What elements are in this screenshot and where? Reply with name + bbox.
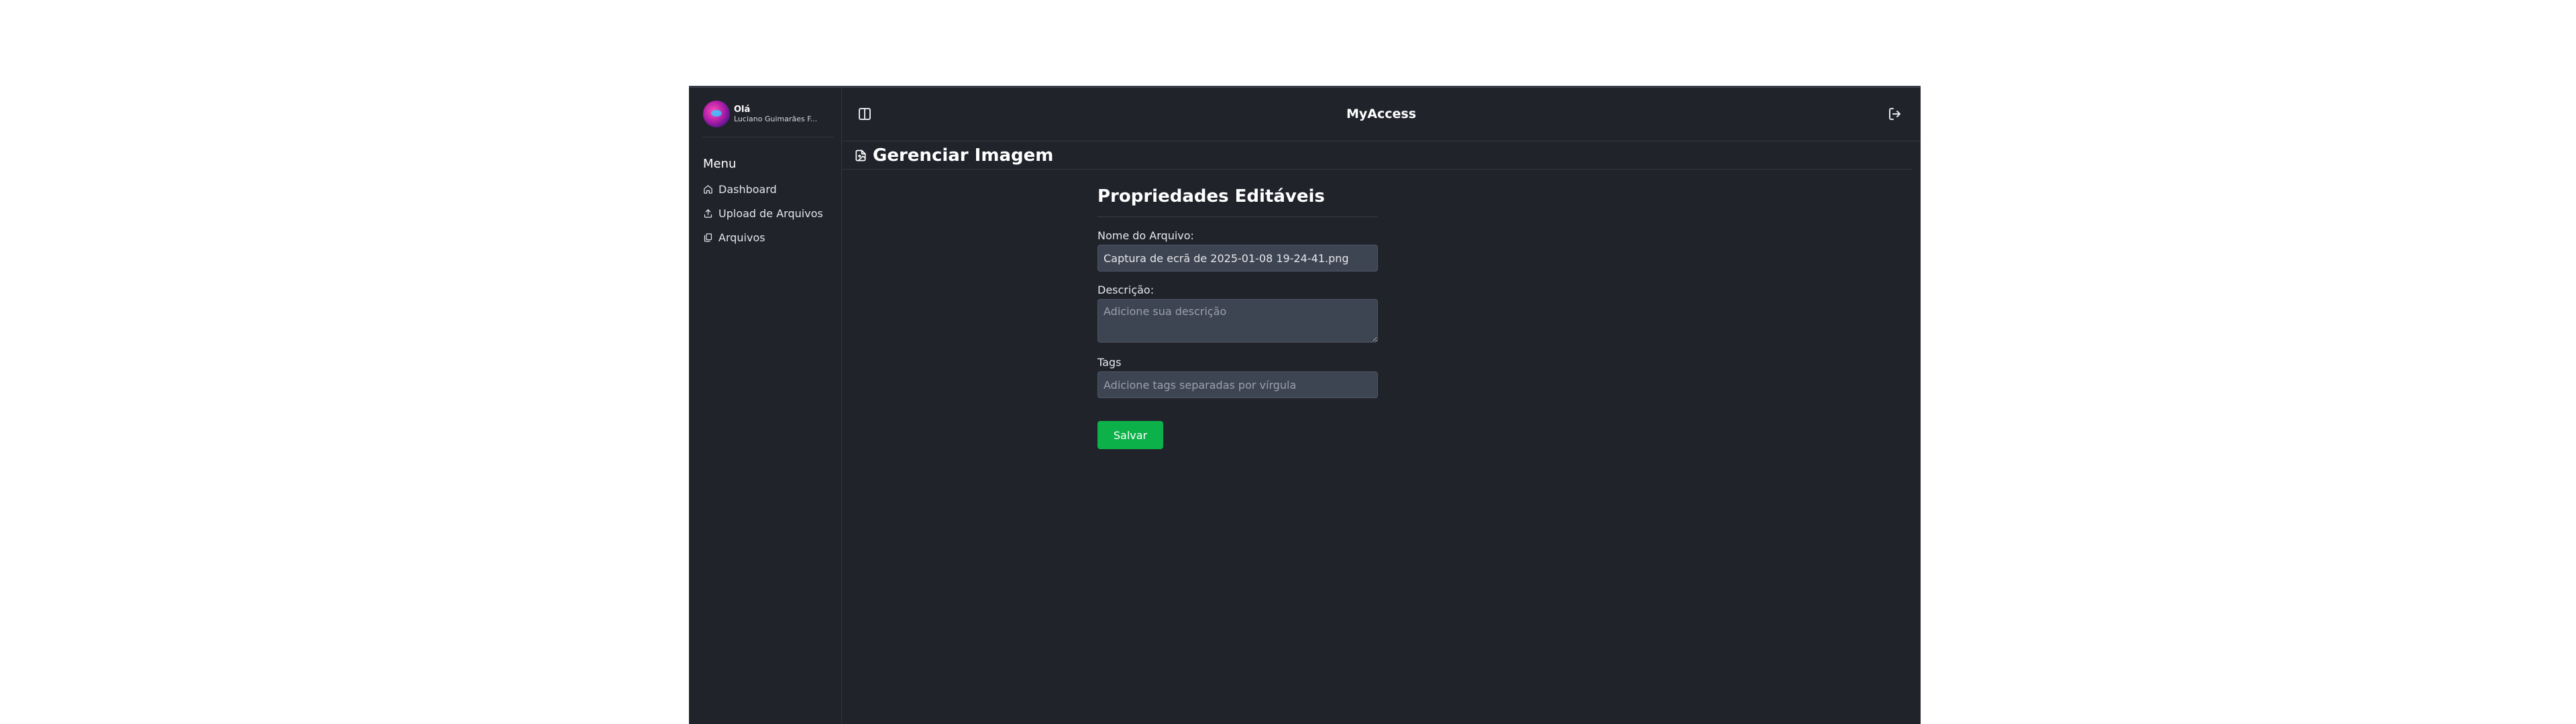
image-file-icon xyxy=(855,149,866,161)
user-profile[interactable]: Olá Luciano Guimarães F... xyxy=(703,98,837,130)
app-title: MyAccess xyxy=(1346,107,1417,121)
file-name-label: Nome do Arquivo: xyxy=(1097,229,1194,242)
sidebar-item-dashboard[interactable]: Dashboard xyxy=(703,177,837,201)
file-name-input[interactable] xyxy=(1097,245,1378,272)
page-title-bar: Gerenciar Imagem xyxy=(842,141,1913,170)
menu-title: Menu xyxy=(703,157,737,171)
description-label: Descrição: xyxy=(1097,284,1155,296)
user-name: Luciano Guimarães F... xyxy=(734,115,818,124)
sidebar: Olá Luciano Guimarães F... Menu Dashboar… xyxy=(689,88,842,724)
files-icon xyxy=(704,233,712,242)
sidebar-menu: Dashboard Upload de Arquivos Arquivos xyxy=(703,177,837,249)
sidebar-item-files[interactable]: Arquivos xyxy=(703,225,837,249)
home-icon xyxy=(704,184,712,194)
logout-icon xyxy=(1889,108,1900,120)
form-title: Propriedades Editáveis xyxy=(1097,186,1325,206)
logout-button[interactable] xyxy=(1887,106,1903,122)
avatar[interactable] xyxy=(703,101,730,127)
tags-input[interactable] xyxy=(1097,371,1378,398)
sidebar-item-label: Dashboard xyxy=(718,182,777,196)
upload-icon xyxy=(704,208,712,218)
tags-label: Tags xyxy=(1097,356,1122,369)
description-textarea[interactable] xyxy=(1097,299,1378,343)
app-window: Olá Luciano Guimarães F... Menu Dashboar… xyxy=(689,86,1921,724)
save-button[interactable]: Salvar xyxy=(1097,421,1163,449)
user-text: Olá Luciano Guimarães F... xyxy=(734,105,817,124)
sidebar-item-label: Arquivos xyxy=(718,231,765,244)
page-title: Gerenciar Imagem xyxy=(873,145,1054,166)
image-properties-form: Propriedades Editáveis Nome do Arquivo: … xyxy=(1097,184,1378,449)
sidebar-item-label: Upload de Arquivos xyxy=(718,206,823,220)
top-header: MyAccess xyxy=(842,88,1921,141)
user-greeting: Olá xyxy=(734,104,751,115)
sidebar-item-upload[interactable]: Upload de Arquivos xyxy=(703,201,837,225)
